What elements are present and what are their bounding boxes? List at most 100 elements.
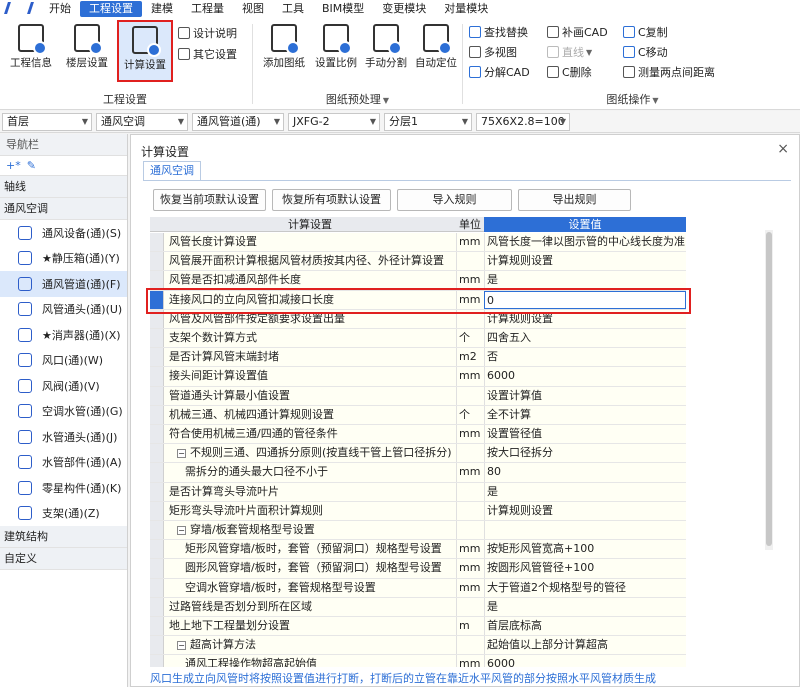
row-header[interactable]: [150, 405, 164, 424]
setting-value[interactable]: 大于管道2个规格型号的管径: [484, 578, 686, 597]
settings-row[interactable]: 需拆分的通头最大口径不小于 mm 80: [150, 463, 686, 483]
c-delete-button[interactable]: C删除: [547, 63, 592, 81]
nav-category-structure[interactable]: 建筑结构: [0, 526, 127, 548]
multi-view-button[interactable]: 多视图: [469, 43, 517, 61]
element-code-select[interactable]: JXFG-2 ▼: [288, 113, 380, 131]
nav-item-silencer[interactable]: ★消声器(通)(X): [0, 322, 127, 348]
row-header[interactable]: [150, 463, 164, 482]
settings-row[interactable]: 风管是否扣减通风部件长度 mm 是: [150, 271, 686, 291]
row-header[interactable]: [150, 290, 164, 309]
settings-row[interactable]: 通风工程操作物超高起始值 mm 6000: [150, 655, 686, 667]
import-rules-button[interactable]: 导入规则: [397, 189, 512, 211]
nav-item-damper[interactable]: 风阀(通)(V): [0, 373, 127, 399]
row-header[interactable]: [150, 521, 164, 540]
auto-locate-button[interactable]: 自动定位: [411, 20, 461, 80]
row-header[interactable]: [150, 501, 164, 520]
settings-row[interactable]: 空调水管穿墙/板时，套管规格型号设置 mm 大于管道2个规格型号的管径: [150, 578, 686, 598]
nav-item-pipe-fitting[interactable]: 水管通头(通)(J): [0, 424, 127, 450]
setting-value[interactable]: 6000: [484, 655, 686, 667]
settings-row[interactable]: 接头间距计算设置值 mm 6000: [150, 367, 686, 387]
row-header[interactable]: [150, 578, 164, 597]
settings-row[interactable]: 地上地下工程量划分设置 m 首层底标高: [150, 617, 686, 637]
row-header[interactable]: [150, 271, 164, 290]
nav-category-custom[interactable]: 自定义: [0, 548, 127, 570]
settings-row[interactable]: 矩形弯头导流叶片面积计算规则 计算规则设置: [150, 501, 686, 521]
menu-project-settings[interactable]: 工程设置: [80, 1, 142, 17]
setting-value[interactable]: 80: [484, 463, 686, 482]
nav-category-hvac[interactable]: 通风空调: [0, 198, 127, 220]
size-select[interactable]: 75X6X2.8=100 ▼: [476, 113, 570, 131]
nav-item-misc-component[interactable]: 零星构件(通)(K): [0, 475, 127, 501]
menu-start[interactable]: 开始: [40, 1, 80, 17]
measure-distance-button[interactable]: 测量两点间距离: [623, 63, 715, 81]
setting-value[interactable]: 风管长度一律以图示管的中心线长度为准: [484, 233, 686, 252]
floor-select[interactable]: 首层 ▼: [2, 113, 92, 131]
nav-item-duct-fitting[interactable]: 风管通头(通)(U): [0, 297, 127, 323]
setting-value[interactable]: 按大口径拆分: [484, 444, 686, 463]
settings-row[interactable]: 符合使用机械三通/四通的管径条件 mm 设置管径值: [150, 425, 686, 445]
setting-value[interactable]: 是: [484, 271, 686, 290]
setting-value[interactable]: 首层底标高: [484, 617, 686, 636]
setting-value[interactable]: 设置管径值: [484, 425, 686, 444]
manual-split-button[interactable]: 手动分割: [361, 20, 411, 80]
row-header[interactable]: [150, 309, 164, 328]
floor-settings-button[interactable]: 楼层设置: [62, 20, 112, 80]
setting-value[interactable]: 否: [484, 348, 686, 367]
setting-value[interactable]: 计算规则设置: [484, 252, 686, 271]
settings-row[interactable]: 是否计算风管末端封堵 m2 否: [150, 348, 686, 368]
layer-select[interactable]: 分层1 ▼: [384, 113, 472, 131]
set-scale-button[interactable]: 设置比例: [311, 20, 361, 80]
setting-value[interactable]: 是: [484, 482, 686, 501]
menu-bim-model[interactable]: BIM模型: [313, 1, 373, 17]
design-notes-button[interactable]: 设计说明: [178, 24, 237, 42]
nav-item-pipe-component[interactable]: 水管部件(通)(A): [0, 450, 127, 476]
find-replace-button[interactable]: 查找替换: [469, 23, 528, 41]
settings-row[interactable]: 矩形风管穿墙/板时，套管（预留洞口）规格型号设置 mm 按矩形风管宽高+100: [150, 540, 686, 560]
c-copy-button[interactable]: C复制: [623, 23, 668, 41]
collapse-icon[interactable]: −: [177, 448, 186, 458]
row-header[interactable]: [150, 348, 164, 367]
settings-row[interactable]: 圆形风管穿墙/板时，套管（预留洞口）规格型号设置 mm 按圆形风管管径+100: [150, 559, 686, 579]
nav-item-support[interactable]: 支架(通)(Z): [0, 501, 127, 527]
drawing-ops-group-label[interactable]: 图纸操作 ▼: [465, 91, 800, 107]
setting-value[interactable]: 6000: [484, 367, 686, 386]
setting-value[interactable]: 计算规则设置: [484, 309, 686, 328]
settings-row[interactable]: 连接风口的立向风管扣减接口长度 mm 0: [150, 290, 686, 310]
setting-value[interactable]: 设置计算值: [484, 386, 686, 405]
nav-category-axis[interactable]: 轴线: [0, 176, 127, 198]
settings-row[interactable]: − 超高计算方法 起始值以上部分计算超高: [150, 636, 686, 656]
row-header[interactable]: [150, 367, 164, 386]
settings-row[interactable]: 管道通头计算最小值设置 设置计算值: [150, 386, 686, 406]
edit-icon[interactable]: ✎: [27, 159, 36, 172]
settings-row[interactable]: − 不规则三通、四通拆分原则(按直线干管上管口径拆分) 按大口径拆分: [150, 444, 686, 464]
settings-row[interactable]: 风管长度计算设置 mm 风管长度一律以图示管的中心线长度为准: [150, 233, 686, 253]
setting-value[interactable]: 是: [484, 597, 686, 616]
settings-row[interactable]: 过路管线是否划分到所在区域 是: [150, 597, 686, 617]
row-header[interactable]: [150, 329, 164, 348]
calc-settings-button[interactable]: 计算设置: [117, 20, 173, 82]
row-header[interactable]: [150, 655, 164, 667]
row-header[interactable]: [150, 444, 164, 463]
project-info-button[interactable]: 工程信息: [6, 20, 56, 80]
nav-item-plenum-box[interactable]: ★静压箱(通)(Y): [0, 246, 127, 272]
row-header[interactable]: [150, 617, 164, 636]
close-icon[interactable]: ×: [777, 141, 789, 157]
drawing-preprocess-group-label[interactable]: 图纸预处理 ▼: [255, 91, 460, 107]
discipline-select[interactable]: 通风空调 ▼: [96, 113, 188, 131]
scrollbar-thumb[interactable]: [766, 232, 772, 546]
setting-value[interactable]: 按矩形风管宽高+100: [484, 540, 686, 559]
setting-value-input[interactable]: 0: [484, 290, 686, 309]
setting-value[interactable]: 计算规则设置: [484, 501, 686, 520]
setting-value[interactable]: 按圆形风管管径+100: [484, 559, 686, 578]
settings-row[interactable]: 风管展开面积计算根据风管材质按其内径、外径计算设置 计算规则设置: [150, 252, 686, 272]
menu-view[interactable]: 视图: [233, 1, 273, 17]
row-header[interactable]: [150, 252, 164, 271]
settings-row[interactable]: 支架个数计算方式 个四舍五入: [150, 329, 686, 349]
c-move-button[interactable]: C移动: [623, 43, 668, 61]
row-header[interactable]: [150, 386, 164, 405]
row-header[interactable]: [150, 636, 164, 655]
row-header[interactable]: [150, 425, 164, 444]
settings-row[interactable]: 是否计算弯头导流叶片 是: [150, 482, 686, 502]
row-header[interactable]: [150, 540, 164, 559]
setting-value[interactable]: [484, 521, 686, 540]
